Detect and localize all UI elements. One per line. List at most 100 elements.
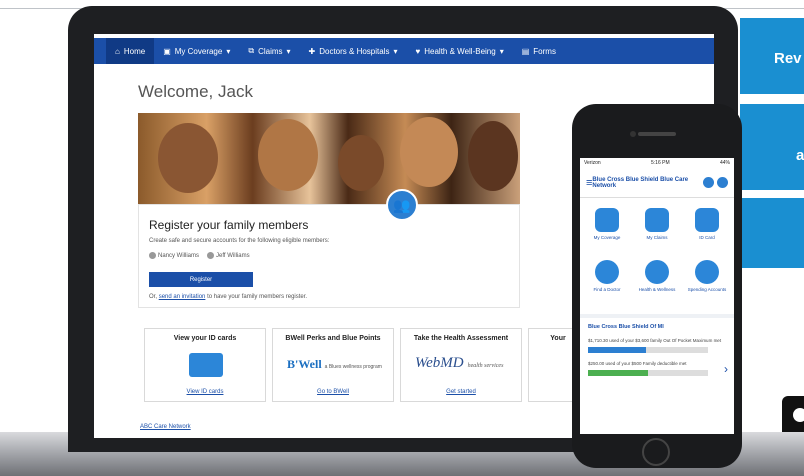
nav-claims-label: Claims [258, 46, 283, 56]
header-actions [703, 177, 728, 188]
webmd-tagline: health services [467, 363, 504, 369]
view-id-cards-link[interactable]: View ID cards [145, 389, 265, 395]
webmd-brand: WebMD [415, 355, 464, 371]
invite-suffix: to have your family members register. [207, 294, 308, 300]
plus-icon: ✚ [308, 46, 316, 56]
tile-find-doctor[interactable]: Find a Doctor [582, 256, 632, 308]
register-button[interactable]: Register [149, 272, 253, 287]
nav-health-label: Health & Well-Being [424, 46, 496, 56]
nav-doctors-hospitals[interactable]: ✚ Doctors & Hospitals ▾ [300, 38, 407, 64]
card-title: Take the Health Assessment [413, 335, 509, 342]
document-icon [645, 208, 669, 232]
nav-forms-label: Forms [533, 46, 556, 56]
promo-block-1[interactable]: Rev [740, 18, 804, 94]
member-list: Nancy Williams Jeff Williams [149, 252, 250, 259]
chevron-down-icon: ▾ [226, 46, 231, 56]
home-icon: ⌂ [115, 46, 120, 56]
shield-icon [595, 208, 619, 232]
member-item: Jeff Williams [207, 252, 250, 259]
battery: 44% [719, 160, 730, 166]
piggy-bank-icon [695, 260, 719, 284]
deductible-1-bar [588, 347, 708, 353]
member-name: Nancy Williams [158, 253, 200, 260]
register-title: Register your family members [149, 218, 309, 232]
member-name: Jeff Williams [216, 253, 250, 260]
chat-icon[interactable] [717, 177, 728, 188]
tile-label: ID Card [699, 235, 715, 240]
person-3 [338, 135, 384, 191]
heart-icon: ♥ [415, 46, 421, 56]
tile-my-coverage[interactable]: My Coverage [582, 204, 632, 256]
bwell-brand: B'Well [287, 357, 322, 371]
app-tiles: My Coverage My Claims ID Card Find a Doc… [580, 198, 734, 314]
messages-icon[interactable] [703, 177, 714, 188]
chevron-right-icon[interactable]: › [724, 362, 728, 376]
app-header: ≡ Blue Cross Blue Shield Blue Care Netwo… [580, 168, 734, 198]
phone-screen: Verizon 5:16 PM 44% ≡ Blue Cross Blue Sh… [580, 158, 734, 434]
bwell-tagline: a Blues wellness program [324, 364, 382, 370]
chevron-down-icon: ▾ [393, 46, 398, 56]
tile-health-wellness[interactable]: Health & Wellness [632, 256, 682, 308]
person-2 [258, 119, 318, 191]
plan-summary[interactable]: Blue Cross Blue Shield Of MI $1,710.30 u… [580, 318, 734, 434]
clock: 5:16 PM [651, 160, 670, 166]
quick-links: View your ID cards View ID cards BWell P… [144, 328, 588, 402]
promo-block-2-text: a [796, 147, 804, 164]
marketing-screenshot: Rev a ⌂ Home ▣ My Coverage ▾ ⧉ Claims ▾ ✚ Doct… [0, 0, 804, 476]
bwell-card[interactable]: BWell Perks and Blue Points B'Well a Blue… [272, 328, 394, 402]
card-title: View your ID cards [173, 335, 237, 342]
send-invitation-link[interactable]: send an invitation [159, 294, 206, 300]
health-assessment-card[interactable]: Take the Health Assessment WebMD health s… [400, 328, 522, 402]
deductible-2-text: $250.00 used of your $500 Family deducti… [588, 361, 687, 366]
invite-prefix: Or, [149, 294, 158, 300]
nav-my-coverage[interactable]: ▣ My Coverage ▾ [154, 38, 239, 64]
go-to-bwell-link[interactable]: Go to BWell [273, 389, 393, 395]
card-title: BWell Perks and Blue Points [285, 335, 381, 342]
coverage-icon: ▣ [163, 46, 171, 56]
tile-my-claims[interactable]: My Claims [632, 204, 682, 256]
id-card-icon [189, 353, 223, 377]
register-subtitle: Create safe and secure accounts for the … [149, 238, 330, 244]
deductible-2-bar [588, 370, 708, 376]
home-button[interactable] [642, 438, 670, 466]
speaker [638, 132, 676, 136]
nav-forms[interactable]: ▤ Forms [513, 38, 565, 64]
smartphone: Verizon 5:16 PM 44% ≡ Blue Cross Blue Sh… [572, 104, 742, 468]
chevron-down-icon: ▾ [499, 46, 504, 56]
chevron-down-icon: ▾ [286, 46, 291, 56]
user-icon [207, 252, 215, 259]
front-camera [630, 131, 636, 137]
invite-text: Or, send an invitation to have your fami… [149, 294, 307, 300]
get-started-link[interactable]: Get started [401, 389, 521, 395]
tile-label: Spending Accounts [687, 287, 727, 292]
tile-spending-accounts[interactable]: Spending Accounts [682, 256, 732, 308]
deductible-1-text: $1,710.30 used of your $3,600 family Out… [588, 338, 722, 343]
tile-id-card[interactable]: ID Card [682, 204, 732, 256]
bcbs-logo: Blue Cross Blue Shield Blue Care Network [592, 176, 689, 189]
person-4 [400, 117, 458, 187]
deductible-1-fill [588, 347, 646, 353]
nav-claims[interactable]: ⧉ Claims ▾ [239, 38, 299, 64]
nav-health-wellbeing[interactable]: ♥ Health & Well-Being ▾ [407, 38, 513, 64]
promo-block-1-text: Rev [774, 50, 802, 67]
family-group-icon: 👥 [386, 189, 418, 221]
promo-block-2[interactable]: a [740, 104, 804, 190]
tile-label: My Claims [646, 235, 668, 240]
promo-block-3[interactable] [740, 198, 804, 268]
family-photo [138, 113, 520, 204]
main-nav: ⌂ Home ▣ My Coverage ▾ ⧉ Claims ▾ ✚ Doctors & … [94, 38, 714, 64]
id-cards-card[interactable]: View your ID cards View ID cards [144, 328, 266, 402]
id-card-icon [695, 208, 719, 232]
deductible-2-fill [588, 370, 648, 376]
location-pin-icon [595, 260, 619, 284]
member-item: Nancy Williams [149, 252, 199, 259]
nav-home[interactable]: ⌂ Home [106, 38, 155, 64]
page-title: Welcome, Jack [138, 82, 253, 101]
nav-home-label: Home [123, 46, 146, 56]
status-bar: Verizon 5:16 PM 44% [580, 158, 734, 168]
tile-label: Find a Doctor [593, 287, 621, 292]
abc-care-network-link[interactable]: ABC Care Network [140, 424, 191, 430]
nav-doctors-label: Doctors & Hospitals [319, 46, 390, 56]
claims-icon: ⧉ [248, 46, 255, 55]
forms-icon: ▤ [521, 46, 530, 56]
